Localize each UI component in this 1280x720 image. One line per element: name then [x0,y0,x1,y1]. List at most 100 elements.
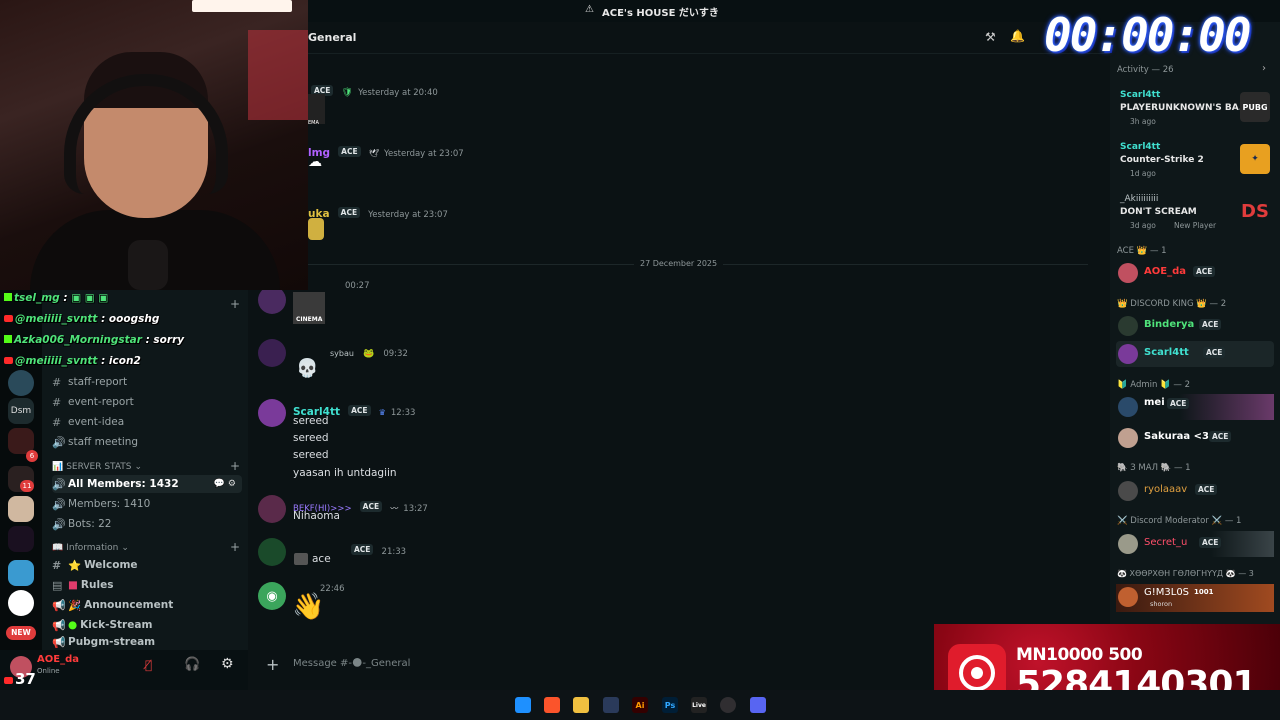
overlay-chat-line: tsel_mg : ▣ ▣ ▣ [4,292,108,304]
member-row[interactable]: Binderya ACE [1116,313,1274,339]
member-row[interactable]: Secret_u ACE [1116,531,1274,557]
star-icon: ⭐ [68,559,82,572]
bell-icon[interactable]: 🔔 [1010,29,1025,43]
activity-user: _Akiiiiiiiii [1120,194,1159,204]
member-badge: 1001 [1194,588,1214,596]
server-icon-8[interactable] [8,590,34,616]
add-channel-icon[interactable]: + [230,459,240,473]
webcam-overlay [0,0,308,290]
activity-extra: New Player [1174,221,1217,230]
overlay-chat-line: Azka006_Morningstar : sorry [4,334,184,346]
activity-game: Counter-Strike 2 [1120,155,1204,165]
avatar[interactable] [258,495,286,523]
channel-event-report[interactable]: # event-report [52,393,134,411]
game-thumbnail: PUBG [1240,92,1270,122]
activity-game: PLAYERUNKNOWN'S BA... [1120,103,1250,113]
donation-code: MN10000 500 [1016,645,1143,665]
add-channel-icon[interactable]: + [230,540,240,554]
user-settings-gear-icon[interactable]: ⚙ [221,656,234,672]
megaphone-icon: 📢 [52,636,66,648]
role-header: 🐼 ХӨӨРХӨН ГӨЛӨГНҮҮД 🐼 — 3 [1117,569,1254,578]
rules-icon: ▤ [52,578,63,592]
server-icon-5[interactable] [8,496,34,522]
message-header: uka ACE Yesterday at 23:07 [308,202,448,221]
discord-icon[interactable] [750,697,766,713]
member-row[interactable]: ryolaaav ACE [1116,478,1274,504]
member-row[interactable]: Sakuraa <3 ACE [1116,425,1274,451]
message-time: Yesterday at 23:07 [383,149,464,159]
avatar[interactable] [258,339,286,367]
headphones-icon[interactable]: 🎧 [184,657,200,672]
message-text: sereed [293,449,329,461]
chat-area: General ⚒ 🔔 ACE 🛡 Yesterday at 20:40 EMA… [248,22,1110,690]
megaphone-icon: 📢 [52,598,66,612]
message-time: 09:32 [383,349,408,359]
message-text: Nihaoma [293,510,340,522]
channel-pubgm-stream[interactable]: 📢 Pubgm-stream [52,636,155,648]
member-row[interactable]: Scarl4tt ACE [1116,341,1274,367]
channel-settings-icons[interactable]: 💬 ⚙ [214,479,236,489]
channel-staff-meeting[interactable]: 🔊 staff meeting [52,433,138,451]
brave-icon[interactable] [544,697,560,713]
server-rail: Dsm 6 11 NEW [0,290,42,690]
add-channel-icon[interactable]: + [230,297,240,311]
member-row[interactable]: G!M3L0S 1001 shoron [1116,584,1274,612]
channel-welcome[interactable]: # ⭐ Welcome [52,556,138,574]
illustrator-icon[interactable]: Ai [632,697,648,713]
avatar[interactable] [258,286,286,314]
photoshop-icon[interactable]: Ps [662,697,678,713]
server-icon-1[interactable] [8,370,34,396]
role-tag: ACE [348,405,371,416]
live-icon[interactable]: Live [691,697,707,713]
sticker-caption: CINEMA [296,316,323,323]
avatar[interactable] [258,399,286,427]
megaphone-icon: 📢 [52,618,66,632]
channel-name: General [308,31,357,44]
role-header: ⚔️ Discord Moderator ⚔️ — 1 [1117,516,1242,526]
chevron-right-icon[interactable]: › [1262,63,1266,74]
channel-announcement[interactable]: 📢 🎉 Announcement [52,596,173,614]
server-icon: ⚠ [585,4,594,15]
server-icon-7[interactable] [8,560,34,586]
speaker-icon: 🔊 [52,517,66,531]
channel-all-members[interactable]: 🔊 All Members: 1432 💬 ⚙ [52,475,242,493]
server-dsm[interactable]: Dsm [8,398,34,424]
message-time: Yesterday at 20:40 [358,88,438,98]
role-header: 🐘 З МАЛ 🐘 — 1 [1117,463,1191,473]
file-explorer-icon[interactable] [573,697,589,713]
kick-icon [4,293,12,301]
activity-card[interactable]: Scarl4tt PLAYERUNKNOWN'S BA... 3h ago PU… [1116,90,1274,134]
channel-members[interactable]: 🔊 Members: 1410 [52,495,150,513]
activity-card[interactable]: _Akiiiiiiiii DON'T SCREAM 3d ago New Pla… [1116,194,1274,238]
category-server-stats[interactable]: 📊 SERVER STATS ⌄ [52,460,142,474]
category-information[interactable]: 📖 Information ⌄ [52,541,129,555]
youtube-icon [4,315,13,322]
member-name: Scarl4tt [1144,347,1189,358]
avatar[interactable] [258,538,286,566]
channel-kick-stream[interactable]: 📢 ● Kick-Stream [52,616,152,634]
channel-staff-report[interactable]: # staff-report [52,373,127,391]
threads-icon[interactable]: ⚒ [985,30,996,44]
message-time: 13:27 [403,504,428,514]
member-row[interactable]: AOE_da ACE [1116,260,1274,286]
channel-bots[interactable]: 🔊 Bots: 22 [52,515,111,533]
activity-card[interactable]: Scarl4tt Counter-Strike 2 1d ago ✦ [1116,142,1274,186]
server-icon-6[interactable] [8,526,34,552]
member-row[interactable]: mei ACE [1116,394,1274,420]
obs-icon[interactable] [720,697,736,713]
kick-icon [4,335,12,343]
mute-icon[interactable]: 🎙̸ [145,658,152,672]
channel-rules[interactable]: ▤ ■ Rules [52,576,113,594]
add-attachment-icon[interactable]: + [266,655,279,674]
discord-avatar[interactable]: ◉ [258,582,286,610]
windows-start-icon[interactable] [515,697,531,713]
app-icon[interactable] [603,697,619,713]
message-author[interactable]: sybau [330,349,354,358]
channel-event-idea[interactable]: # event-idea [52,413,124,431]
member-name: Binderya [1144,319,1195,330]
message-input[interactable]: Message #-🌑-_General [293,658,410,669]
sticker-image [308,218,324,240]
message-text: ace [312,553,331,565]
ring-light [192,0,292,12]
role-tag: ACE [1203,347,1226,358]
